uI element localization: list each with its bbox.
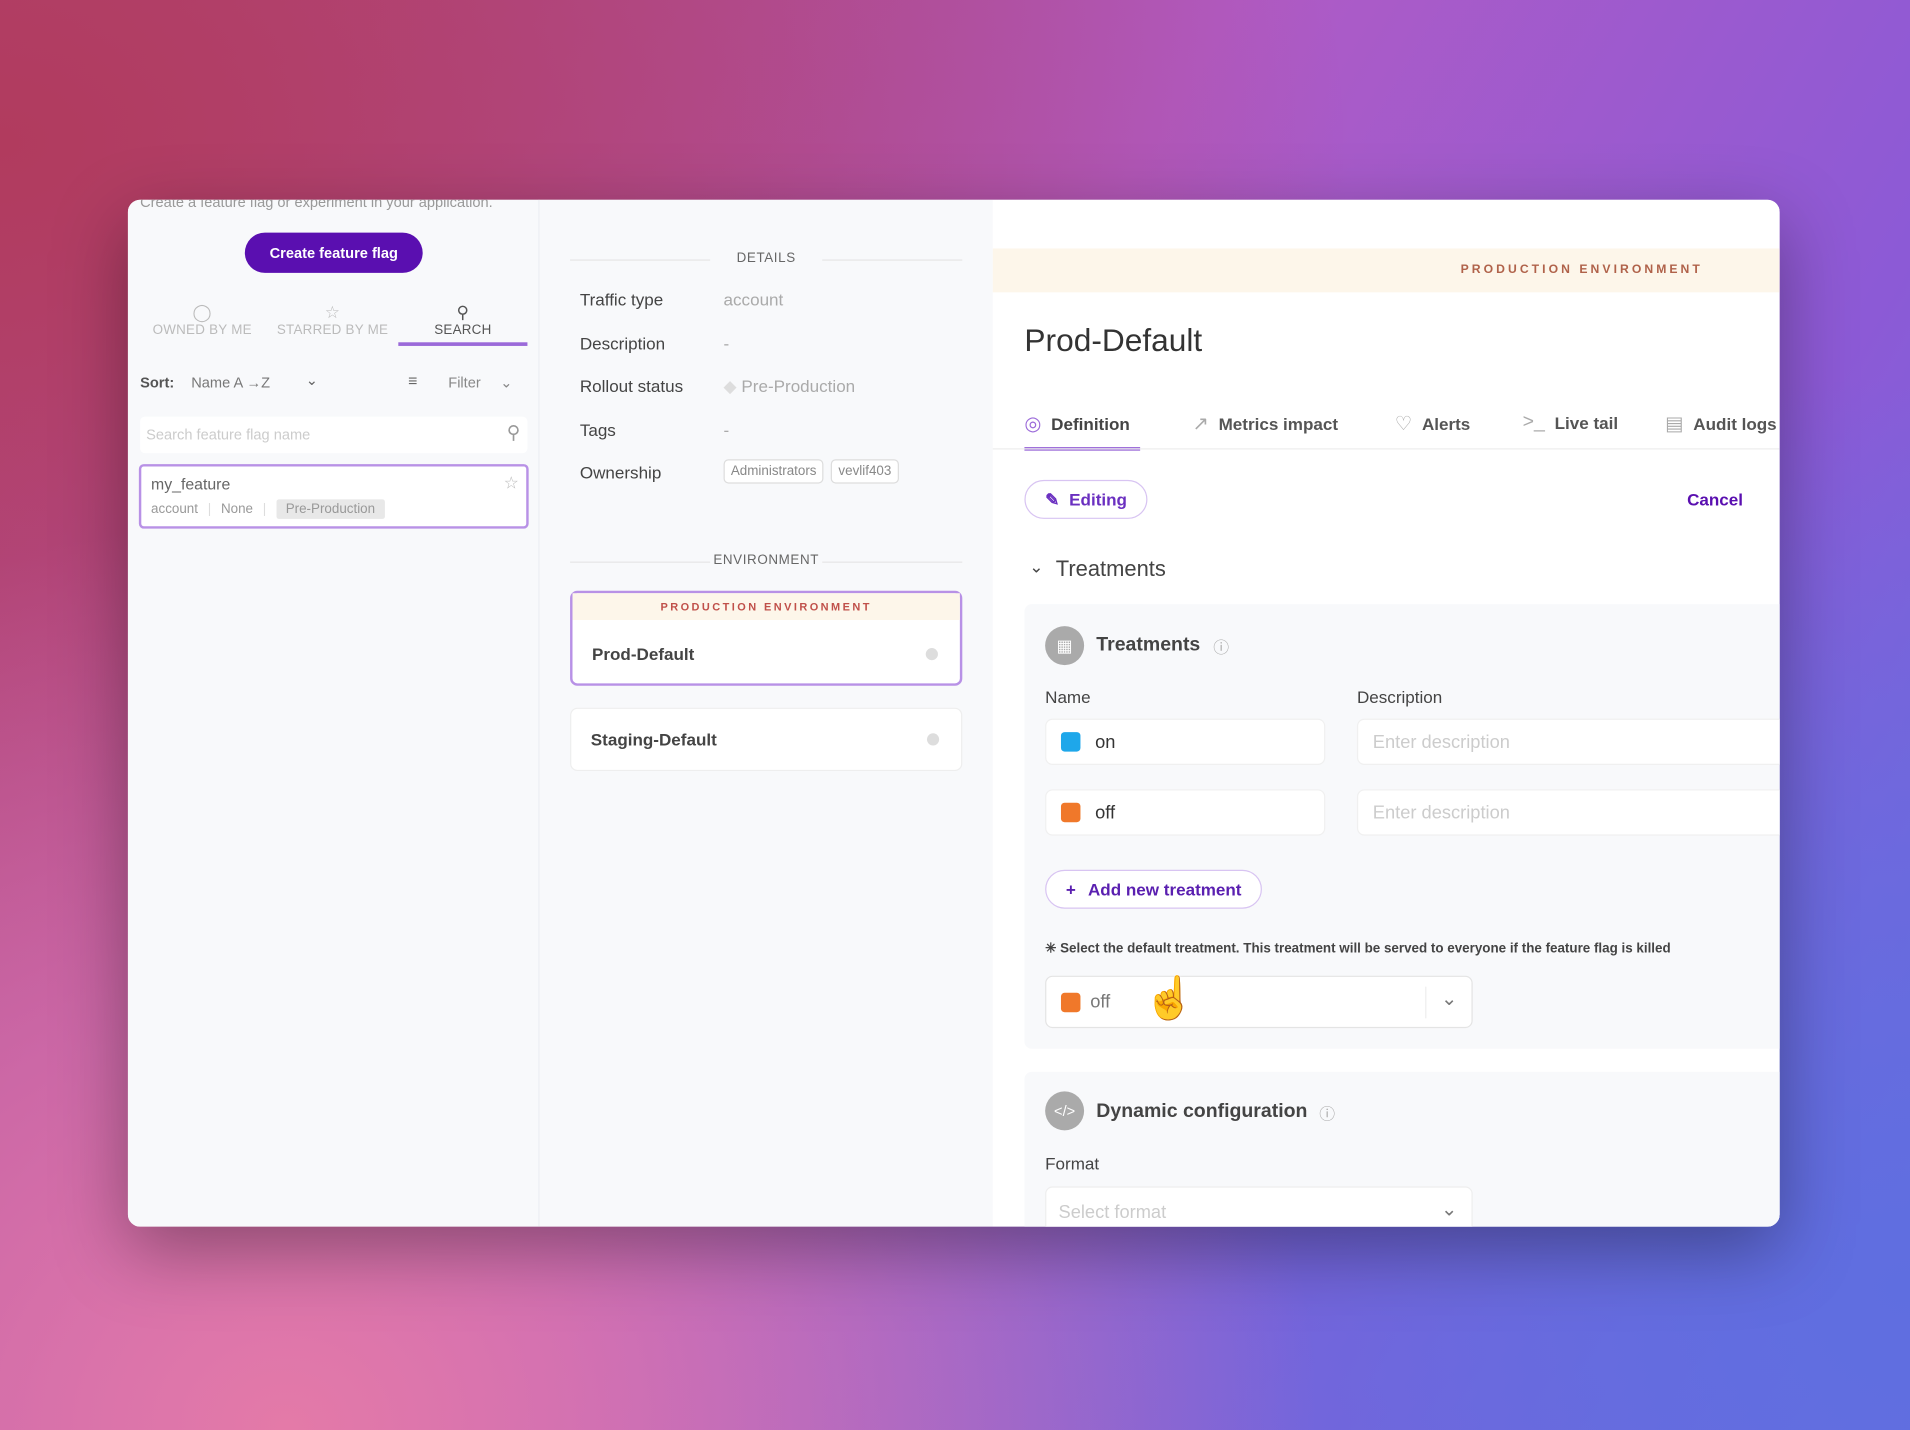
detail-label: Tags bbox=[579, 420, 616, 440]
detail-value: - bbox=[723, 420, 730, 440]
treatment-name-input[interactable]: on bbox=[1045, 718, 1326, 765]
flag-owner: None bbox=[220, 501, 253, 517]
flag-list-panel: Create a feature flag or experiment in y… bbox=[127, 199, 540, 1227]
owner-chip: Administrators bbox=[723, 459, 824, 484]
chevron-down-icon: ⌄ bbox=[1441, 1199, 1458, 1221]
treatment-description-input[interactable]: Enter description bbox=[1356, 789, 1780, 836]
env-name: Staging-Default bbox=[590, 729, 717, 750]
detail-label: Traffic type bbox=[579, 289, 664, 310]
details-panel: DETAILS Traffic type account Description… bbox=[539, 199, 993, 1227]
search-icon: ⚲ bbox=[456, 302, 470, 322]
app-window: Create a feature flag or experiment in y… bbox=[127, 199, 1780, 1227]
detail-value: account bbox=[723, 289, 784, 310]
default-treatment-note: ✳ Select the default treatment. This tre… bbox=[1045, 941, 1671, 957]
default-treatment-select[interactable]: off ⌄ bbox=[1045, 975, 1473, 1029]
detail-label: Ownership bbox=[579, 462, 662, 483]
target-icon: ◎ bbox=[1024, 414, 1042, 435]
flag-name: my_feature bbox=[151, 475, 231, 494]
chevron-down-icon: ⌄ bbox=[500, 373, 513, 392]
treatments-card: ▦ Treatments ⓘ Name Description on Enter… bbox=[1024, 604, 1780, 1049]
env-name: Prod-Default bbox=[591, 644, 695, 664]
description-column-label: Description bbox=[1356, 687, 1443, 707]
search-input[interactable]: Search feature flag name ⚲ bbox=[140, 416, 528, 454]
format-select[interactable]: Select format ⌄ bbox=[1045, 1186, 1473, 1227]
code-icon: </> bbox=[1045, 1091, 1085, 1131]
cancel-button[interactable]: Cancel bbox=[1687, 490, 1743, 509]
color-swatch[interactable] bbox=[1060, 732, 1081, 752]
bell-icon: ♡ bbox=[1394, 414, 1413, 435]
treatment-description-input[interactable]: Enter description bbox=[1356, 718, 1780, 765]
help-icon[interactable]: ⓘ bbox=[1213, 635, 1229, 658]
help-icon[interactable]: ⓘ bbox=[1319, 1101, 1335, 1124]
chevron-down-icon: ⌄ bbox=[1029, 556, 1044, 577]
env-item-staging-default[interactable]: Staging-Default bbox=[570, 707, 963, 772]
tab-search[interactable]: ⚲ SEARCH bbox=[398, 302, 528, 346]
format-label: Format bbox=[1045, 1153, 1100, 1174]
terminal-icon: >_ bbox=[1522, 411, 1545, 433]
tab-alerts[interactable]: ♡ Alerts bbox=[1395, 412, 1471, 436]
star-icon: ☆ bbox=[324, 302, 341, 322]
status-badge: Pre-Production bbox=[275, 499, 385, 519]
treatments-section-toggle[interactable]: ⌄ Treatments bbox=[1029, 557, 1166, 583]
tab-definition[interactable]: ◎ Definition bbox=[1024, 412, 1140, 451]
editing-button[interactable]: ✎ Editing bbox=[1024, 479, 1148, 519]
tab-live-tail[interactable]: >_ Live tail bbox=[1523, 412, 1618, 434]
tab-audit-logs[interactable]: ▤ Audit logs bbox=[1665, 412, 1777, 436]
environment-detail-panel: PRODUCTION ENVIRONMENT Prod-Default ◎ Def… bbox=[992, 199, 1780, 1227]
search-icon: ⚲ bbox=[506, 422, 521, 444]
treatment-name-input[interactable]: off bbox=[1045, 789, 1326, 836]
grid-icon: ▦ bbox=[1045, 626, 1085, 666]
chart-icon: ↗ bbox=[1192, 414, 1209, 435]
flag-traffic-type: account bbox=[151, 501, 198, 517]
tab-metrics-impact[interactable]: ↗ Metrics impact bbox=[1193, 412, 1339, 436]
filter-icon[interactable]: ≡ bbox=[408, 372, 417, 390]
treatments-title: Treatments bbox=[1096, 634, 1201, 656]
detail-label: Rollout status bbox=[579, 376, 684, 396]
dynamic-config-title: Dynamic configuration bbox=[1096, 1101, 1308, 1122]
detail-value: - bbox=[723, 333, 730, 354]
detail-label: Description bbox=[579, 333, 666, 354]
environment-heading: ENVIRONMENT bbox=[570, 553, 963, 568]
filter-dropdown[interactable]: Filter ⌄ bbox=[448, 374, 512, 391]
status-dot bbox=[925, 648, 938, 661]
hand-cursor-icon: ☝ bbox=[1143, 975, 1196, 1022]
asterisk-icon: ✳ bbox=[1045, 941, 1061, 957]
plus-icon: + bbox=[1065, 879, 1076, 899]
sort-label: Sort: bbox=[140, 373, 175, 392]
star-icon[interactable]: ☆ bbox=[504, 473, 519, 494]
sort-dropdown[interactable]: Name A →Z ⌄ bbox=[191, 371, 325, 391]
env-item-prod-default[interactable]: PRODUCTION ENVIRONMENT Prod-Default bbox=[570, 590, 963, 686]
dynamic-configuration-card: </> Dynamic configuration ⓘ Format Selec… bbox=[1024, 1071, 1780, 1227]
production-banner: PRODUCTION ENVIRONMENT bbox=[992, 248, 1780, 293]
create-feature-flag-button[interactable]: Create feature flag bbox=[244, 232, 423, 273]
owner-chip: vevlif403 bbox=[831, 459, 899, 484]
panel-subtitle: Create a feature flag or experiment in y… bbox=[140, 199, 493, 211]
details-heading: DETAILS bbox=[570, 251, 963, 266]
pencil-icon: ✎ bbox=[1045, 489, 1060, 509]
flag-list-item[interactable]: my_feature ☆ account | None | Pre-Producti… bbox=[138, 464, 529, 529]
page-title: Prod-Default bbox=[1024, 321, 1203, 359]
chevron-down-icon: ⌄ bbox=[1441, 989, 1458, 1010]
chevron-down-icon: ⌄ bbox=[305, 371, 319, 389]
document-icon: ▤ bbox=[1665, 414, 1684, 435]
production-env-label: PRODUCTION ENVIRONMENT bbox=[572, 593, 960, 621]
status-dot bbox=[926, 733, 940, 746]
tab-starred-by-me[interactable]: ☆ STARRED BY ME bbox=[268, 302, 397, 337]
user-icon: ◯ bbox=[192, 302, 212, 322]
detail-value: Pre-Production bbox=[741, 376, 856, 396]
color-swatch[interactable] bbox=[1060, 802, 1081, 823]
name-column-label: Name bbox=[1045, 687, 1091, 707]
tab-owned-by-me[interactable]: ◯ OWNED BY ME bbox=[138, 302, 267, 337]
diamond-icon: ◆ bbox=[723, 376, 737, 396]
add-new-treatment-button[interactable]: + Add new treatment bbox=[1045, 869, 1263, 909]
color-swatch bbox=[1060, 992, 1081, 1013]
